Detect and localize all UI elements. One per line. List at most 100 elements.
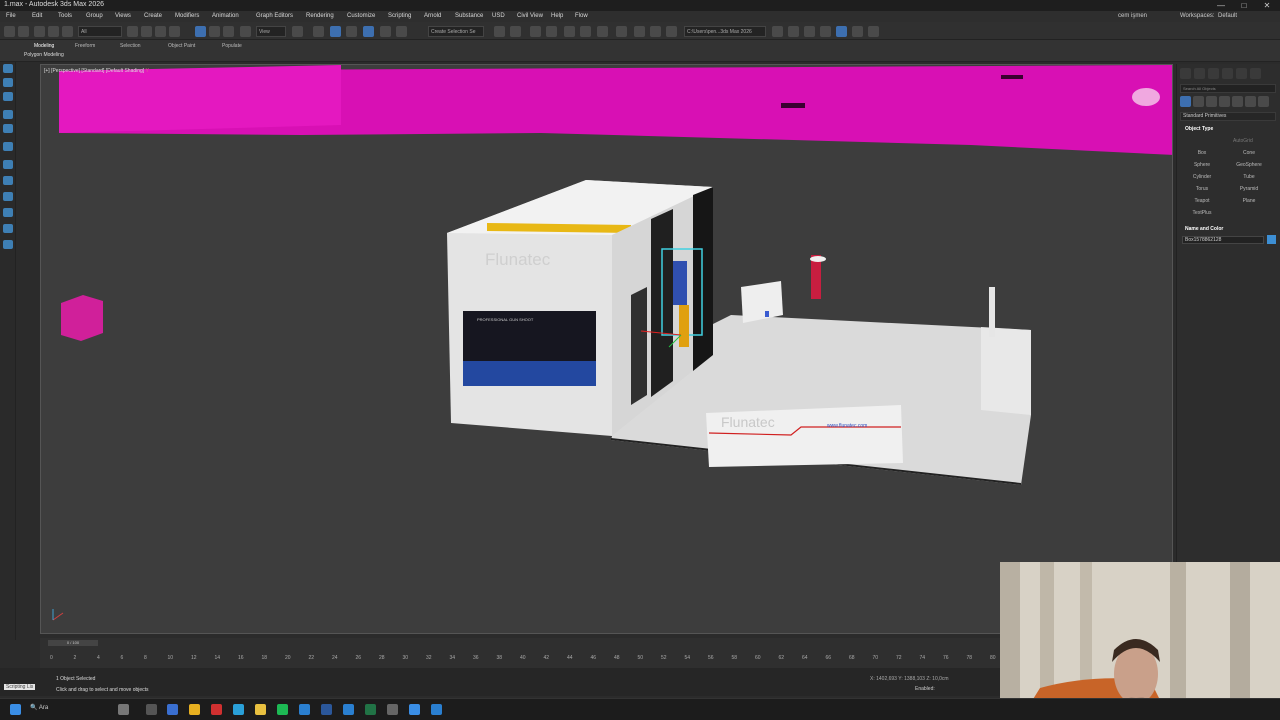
textplus-button[interactable]: TextPlus [1180, 208, 1224, 218]
helpers-icon[interactable] [1232, 96, 1243, 107]
tab-object-paint[interactable]: Object Paint [168, 43, 195, 49]
plane-button[interactable]: Plane [1227, 196, 1271, 206]
autogrid-checkbox[interactable]: AutoGrid [1233, 138, 1253, 144]
display-tab-icon[interactable] [1236, 68, 1247, 79]
menu-usd[interactable]: USD [492, 13, 505, 19]
snap-toggle-icon[interactable] [330, 26, 341, 37]
menu-flow[interactable]: Flow [575, 13, 588, 19]
freeze-icon[interactable] [3, 192, 13, 201]
layers-icon[interactable] [3, 176, 13, 185]
perspective-viewport[interactable]: Flunatec www.flunatec.com Flunatec PROFE… [40, 64, 1173, 634]
tab-populate[interactable]: Populate [222, 43, 242, 49]
create-icon[interactable] [3, 64, 13, 73]
layer-explorer-icon[interactable] [546, 26, 557, 37]
project-icon[interactable] [820, 26, 831, 37]
adaptive-degradation[interactable]: Enabled: [915, 686, 935, 692]
scale-icon[interactable] [223, 26, 234, 37]
save-icon[interactable] [788, 26, 799, 37]
windows-start-icon[interactable] [10, 704, 21, 715]
display-icon[interactable] [3, 124, 13, 133]
scene-canvas[interactable]: Flunatec www.flunatec.com Flunatec PROFE… [41, 65, 1173, 634]
word-icon[interactable] [321, 704, 332, 715]
mirror-icon[interactable] [494, 26, 505, 37]
menu-animation[interactable]: Animation [212, 13, 239, 19]
pivot-icon[interactable] [292, 26, 303, 37]
teapot-button[interactable]: Teapot [1180, 196, 1224, 206]
spacewarps-icon[interactable] [1245, 96, 1256, 107]
hide-icon[interactable] [3, 224, 13, 233]
menu-arnold[interactable]: Arnold [424, 13, 441, 19]
render-setup-icon[interactable] [634, 26, 645, 37]
name-color-header[interactable]: Name and Color [1185, 226, 1223, 232]
settings-icon[interactable] [387, 704, 398, 715]
scene-states-icon[interactable] [3, 160, 13, 169]
excel-icon[interactable] [365, 704, 376, 715]
selection-filter[interactable]: All [78, 26, 122, 37]
percent-snap-icon[interactable] [363, 26, 374, 37]
motion-tab-icon[interactable] [1222, 68, 1233, 79]
spinner-snap-icon[interactable] [380, 26, 391, 37]
hierarchy-icon[interactable] [3, 92, 13, 101]
geometry-icon[interactable] [1180, 96, 1191, 107]
modify-icon[interactable] [3, 78, 13, 87]
menu-views[interactable]: Views [115, 13, 131, 19]
maxscript-listener[interactable]: Scripting Lis [4, 684, 36, 690]
tab-freeform[interactable]: Freeform [75, 43, 95, 49]
windows-icon[interactable] [836, 26, 847, 37]
open-icon[interactable] [772, 26, 783, 37]
isolate-icon[interactable] [3, 208, 13, 217]
edge-icon[interactable] [233, 704, 244, 715]
rendered-frame-icon[interactable] [650, 26, 661, 37]
box-button[interactable]: Box [1180, 148, 1224, 158]
object-name-field[interactable]: Box1578862128 [1182, 236, 1264, 244]
placement-icon[interactable] [240, 26, 251, 37]
menu-tools[interactable]: Tools [58, 13, 72, 19]
pyramid-button[interactable]: Pyramid [1227, 184, 1271, 194]
align-icon[interactable] [510, 26, 521, 37]
menu-customize[interactable]: Customize [347, 13, 375, 19]
angle-snap-icon[interactable] [346, 26, 357, 37]
3dsmax-icon[interactable] [299, 704, 310, 715]
timeline[interactable]: 0 / 100 0 2 4 6 8 10 12 14 16 18 20 22 24 26 28 30 32 34 3… [40, 638, 1000, 668]
undo-icon[interactable] [4, 26, 15, 37]
user-account[interactable]: cem işmen [1118, 13, 1147, 19]
shapes-icon[interactable] [1193, 96, 1204, 107]
opera-icon[interactable] [211, 704, 222, 715]
rotate-icon[interactable] [209, 26, 220, 37]
utilities-tab-icon[interactable] [1250, 68, 1261, 79]
hierarchy-tab-icon[interactable] [1208, 68, 1219, 79]
time-slider[interactable]: 0 / 100 [48, 640, 98, 646]
rect-region-icon[interactable] [155, 26, 166, 37]
modify-tab-icon[interactable] [1194, 68, 1205, 79]
app-icon[interactable] [431, 704, 442, 715]
toggle-ribbon-icon[interactable] [564, 26, 575, 37]
window-crossing-icon[interactable] [169, 26, 180, 37]
workspace-select[interactable]: Default [1218, 13, 1237, 19]
utilities-icon[interactable] [3, 142, 13, 151]
menu-help[interactable]: Help [551, 13, 563, 19]
geosphere-button[interactable]: GeoSphere [1227, 160, 1271, 170]
task-view-icon[interactable] [118, 704, 129, 715]
maximize-icon[interactable]: □ [1233, 0, 1255, 11]
app-icon[interactable] [167, 704, 178, 715]
move-icon[interactable] [195, 26, 206, 37]
coordinate-display[interactable]: X: 1402,693 Y: 1388,103 Z: 10,0cm [870, 676, 949, 682]
scene-explorer-icon[interactable] [530, 26, 541, 37]
viewport-label-text[interactable]: [+] [Perspective] [Standard] [Default Sh… [44, 68, 144, 74]
arnold-icon[interactable] [852, 26, 863, 37]
material-editor-icon[interactable] [616, 26, 627, 37]
folder-icon[interactable] [804, 26, 815, 37]
create-tab-icon[interactable] [1180, 68, 1191, 79]
reference-coordinate-system[interactable]: View [256, 26, 286, 37]
menu-group[interactable]: Group [86, 13, 103, 19]
select-by-name-icon[interactable] [141, 26, 152, 37]
polygon-modeling-panel[interactable]: Polygon Modeling [24, 52, 64, 58]
tab-modeling[interactable]: Modeling [34, 43, 54, 49]
render-icon[interactable] [666, 26, 677, 37]
help-icon[interactable] [868, 26, 879, 37]
schematic-view-icon[interactable] [597, 26, 608, 37]
bind-space-warp-icon[interactable] [62, 26, 73, 37]
systems-icon[interactable] [1258, 96, 1269, 107]
menu-rendering[interactable]: Rendering [306, 13, 334, 19]
named-selection-sets[interactable]: Create Selection Se [428, 26, 484, 37]
